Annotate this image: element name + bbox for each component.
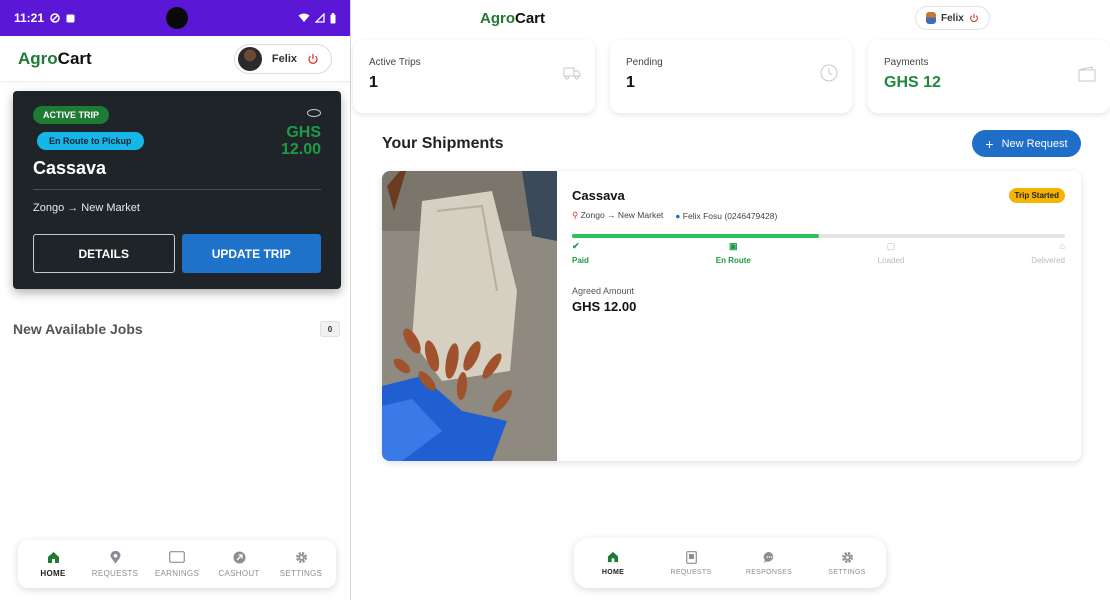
cashout-icon bbox=[233, 550, 246, 564]
trip-cargo-title: Cassava bbox=[33, 158, 107, 178]
web-header: AgroCart Felix bbox=[351, 0, 1110, 38]
step-en-route: ▣ En Route bbox=[715, 241, 751, 265]
location-pin-icon bbox=[110, 550, 121, 564]
agreed-amount-label: Agreed Amount bbox=[572, 286, 635, 296]
notification-icon bbox=[66, 14, 75, 22]
stat-card-pending: Pending 1 bbox=[610, 40, 852, 113]
gear-icon bbox=[841, 550, 854, 564]
warehouse-icon: ⌂ bbox=[1059, 241, 1065, 251]
trip-indicator-icon bbox=[307, 109, 321, 117]
nav-settings[interactable]: SETTINGS bbox=[271, 550, 331, 578]
avatar bbox=[926, 12, 936, 24]
step-loaded: ▢ Loaded bbox=[877, 241, 905, 265]
wallet-icon bbox=[169, 550, 185, 564]
wallet-icon bbox=[1078, 66, 1096, 82]
shipment-route: Zongo → New Market bbox=[580, 210, 664, 220]
document-icon bbox=[685, 550, 697, 564]
location-pin-icon: ⚲ bbox=[572, 210, 579, 220]
app-logo: AgroCart bbox=[18, 48, 92, 68]
nav-earnings[interactable]: EARNINGS bbox=[147, 550, 207, 578]
signal-icon bbox=[315, 13, 325, 23]
nav-settings[interactable]: SETTINGS bbox=[817, 550, 877, 576]
mobile-app: 11:21 AgroCart Felix ACTIVE TRIP En Rout… bbox=[0, 0, 351, 600]
web-user-menu[interactable]: Felix bbox=[915, 6, 990, 30]
web-logo: AgroCart bbox=[480, 10, 546, 27]
person-icon: ● bbox=[675, 210, 681, 221]
user-menu[interactable]: Felix bbox=[233, 43, 332, 74]
home-icon bbox=[607, 550, 619, 564]
battery-icon bbox=[330, 12, 336, 23]
nav-responses[interactable]: RESPONSES bbox=[739, 550, 799, 576]
chat-icon bbox=[763, 550, 776, 564]
step-paid: ✔ Paid bbox=[572, 241, 589, 265]
trip-amount: GHS 12.00 bbox=[280, 124, 321, 158]
truck-icon: ▢ bbox=[886, 241, 896, 251]
cargo-photo bbox=[382, 171, 557, 461]
app-header: AgroCart Felix bbox=[0, 36, 350, 82]
camera-cutout bbox=[166, 7, 188, 29]
trip-status-badge: En Route to Pickup bbox=[37, 132, 144, 150]
shipment-card[interactable]: Cassava Trip Started ⚲ Zongo → New Marke… bbox=[382, 171, 1081, 461]
power-icon[interactable] bbox=[307, 53, 319, 65]
user-name: Felix bbox=[941, 12, 964, 24]
shipment-steps: ✔ Paid ▣ En Route ▢ Loaded ⌂ Delivered bbox=[572, 241, 1065, 265]
truck-icon bbox=[563, 67, 581, 80]
new-request-button[interactable]: + New Request bbox=[972, 130, 1081, 157]
screen-root: 11:21 AgroCart Felix ACTIVE TRIP En Rout… bbox=[0, 0, 1110, 600]
stat-card-payments: Payments GHS 12 bbox=[868, 40, 1110, 113]
nav-home[interactable]: HOME bbox=[583, 550, 643, 576]
nav-requests[interactable]: REQUESTS bbox=[85, 550, 145, 578]
details-button[interactable]: DETAILS bbox=[33, 234, 175, 273]
shipments-heading: Your Shipments bbox=[382, 135, 504, 152]
wifi-icon bbox=[298, 13, 310, 22]
status-bar: 11:21 bbox=[0, 0, 350, 36]
web-bottom-nav: HOME REQUESTS RESPONSES SETTINGS bbox=[574, 538, 886, 588]
active-trip-badge: ACTIVE TRIP bbox=[33, 106, 110, 124]
bottom-nav: HOME REQUESTS EARNINGS CASHOUT SETTINGS bbox=[18, 540, 336, 588]
progress-fill bbox=[572, 234, 819, 238]
agreed-amount-value: GHS 12.00 bbox=[572, 299, 637, 314]
plus-icon: + bbox=[985, 135, 994, 152]
shipment-status-badge: Trip Started bbox=[1008, 188, 1065, 203]
nav-requests[interactable]: REQUESTS bbox=[661, 550, 721, 576]
update-trip-button[interactable]: UPDATE TRIP bbox=[181, 234, 321, 273]
nav-cashout[interactable]: CASHOUT bbox=[209, 550, 269, 578]
user-name: Felix bbox=[271, 52, 297, 65]
shipment-progress-bar bbox=[572, 234, 1065, 238]
step-delivered: ⌂ Delivered bbox=[1031, 241, 1065, 265]
do-not-disturb-icon bbox=[50, 13, 60, 23]
check-circle-icon: ✔ bbox=[572, 241, 580, 251]
home-icon bbox=[47, 550, 60, 564]
clock-icon bbox=[820, 64, 838, 82]
shipment-name: Cassava bbox=[572, 188, 625, 203]
nav-home[interactable]: HOME bbox=[23, 550, 83, 578]
web-app: AgroCart Felix Active Trips 1 Pending 1 … bbox=[351, 0, 1110, 600]
divider bbox=[33, 189, 321, 190]
trip-route: Zongo → New Market bbox=[33, 202, 140, 214]
avatar bbox=[237, 46, 262, 71]
shipment-contact: Felix Fosu (0246479428) bbox=[682, 210, 778, 221]
box-icon: ▣ bbox=[729, 241, 738, 251]
jobs-count-badge: 0 bbox=[320, 321, 340, 337]
gear-icon bbox=[295, 550, 308, 564]
status-time: 11:21 bbox=[14, 11, 45, 25]
available-jobs-heading: New Available Jobs bbox=[13, 321, 143, 337]
power-icon[interactable] bbox=[969, 13, 979, 23]
stat-card-active-trips: Active Trips 1 bbox=[353, 40, 595, 113]
active-trip-card: ACTIVE TRIP En Route to Pickup Cassava G… bbox=[13, 91, 341, 289]
